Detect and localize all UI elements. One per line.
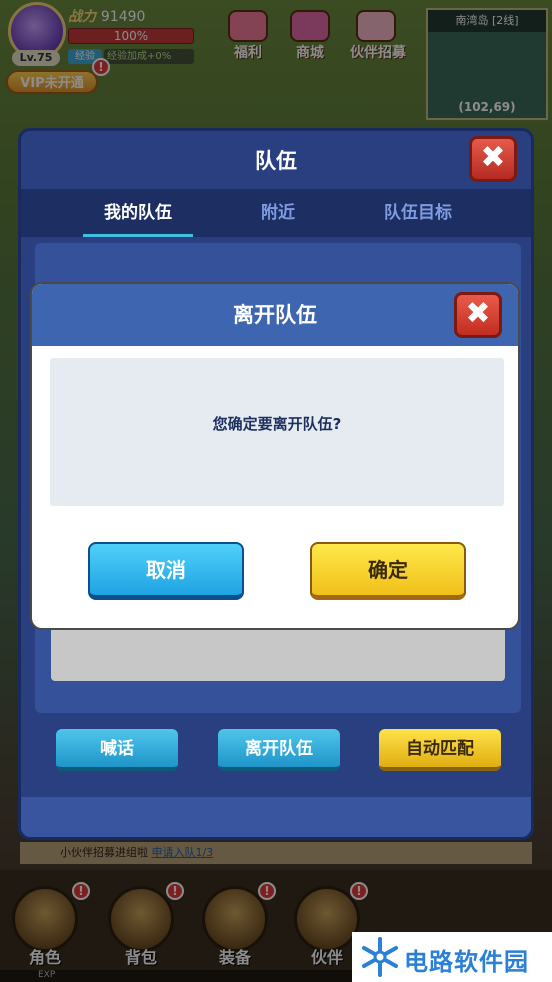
team-close-button[interactable]: ✖ <box>469 136 517 182</box>
team-panel-title: 队伍 <box>255 149 297 173</box>
dialog-message: 您确定要离开队伍? <box>212 415 342 433</box>
cancel-button[interactable]: 取消 <box>88 542 244 600</box>
dialog-message-box: 您确定要离开队伍? <box>50 358 504 506</box>
confirm-button[interactable]: 确定 <box>310 542 466 600</box>
auto-match-button[interactable]: 自动匹配 <box>379 729 501 771</box>
team-tabs: 我的队伍 附近 队伍目标 <box>21 189 531 237</box>
leave-team-button[interactable]: 离开队伍 <box>218 729 340 771</box>
tab-nearby[interactable]: 附近 <box>203 189 353 237</box>
leave-team-dialog: 离开队伍 ✖ 您确定要离开队伍? 取消 确定 <box>30 282 520 630</box>
close-icon: ✖ <box>480 140 506 175</box>
dialog-title: 离开队伍 <box>233 303 317 327</box>
close-icon: ✖ <box>465 296 491 331</box>
tab-team-goal[interactable]: 队伍目标 <box>343 189 493 237</box>
watermark: 电路软件园 <box>352 932 552 982</box>
snowflake-logo-icon <box>362 937 398 977</box>
tab-my-team[interactable]: 我的队伍 <box>63 189 213 237</box>
shout-button[interactable]: 喊话 <box>56 729 178 771</box>
watermark-text: 电路软件园 <box>404 948 529 976</box>
dialog-close-button[interactable]: ✖ <box>454 292 502 338</box>
team-panel-footer <box>21 797 531 837</box>
